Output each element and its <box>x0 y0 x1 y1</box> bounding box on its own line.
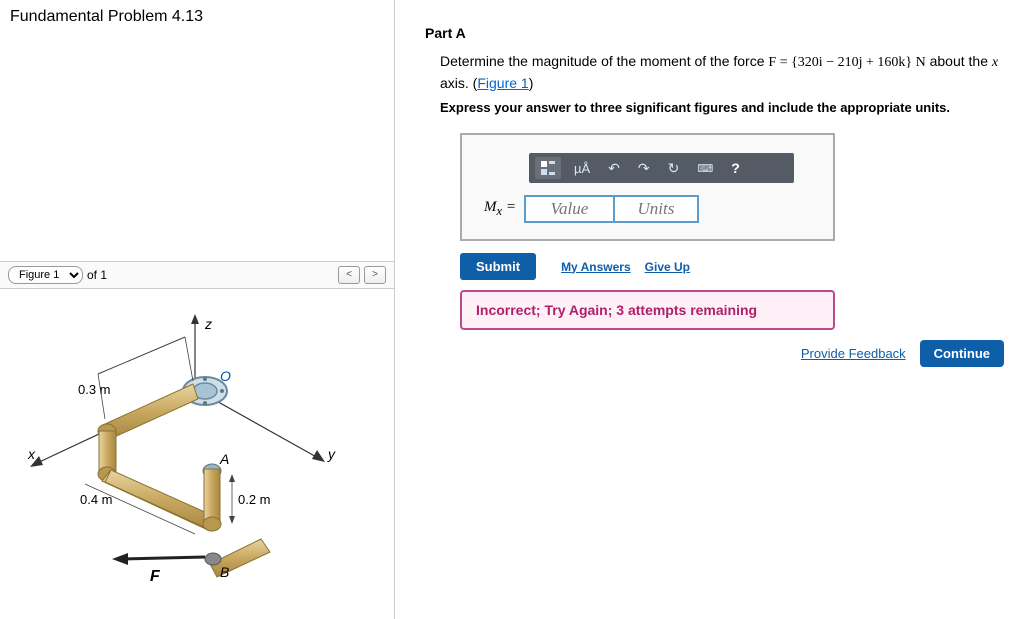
svg-text:F: F <box>150 568 161 585</box>
figure-prev-button[interactable]: < <box>338 266 360 284</box>
svg-text:0.2 m: 0.2 m <box>238 492 271 507</box>
reset-icon[interactable]: ↻ <box>663 160 685 177</box>
svg-text:0.3 m: 0.3 m <box>78 382 111 397</box>
part-a-title: Part A <box>425 25 1004 41</box>
svg-text:A: A <box>219 451 229 467</box>
problem-title: Fundamental Problem 4.13 <box>0 0 394 34</box>
help-icon[interactable]: ? <box>726 160 745 176</box>
figure-of-label: of 1 <box>87 268 107 282</box>
my-answers-link[interactable]: My Answers <box>561 260 631 274</box>
continue-button[interactable]: Continue <box>920 340 1004 367</box>
figure-next-button[interactable]: > <box>364 266 386 284</box>
units-input[interactable] <box>614 195 699 223</box>
submit-button[interactable]: Submit <box>460 253 536 280</box>
svg-text:0.4 m: 0.4 m <box>80 492 113 507</box>
sigfig-instruction: Express your answer to three significant… <box>440 100 1004 115</box>
answer-toolbar: µÅ ↶ ↷ ↻ ⌨ ? <box>529 153 794 183</box>
part-a-instruction: Determine the magnitude of the moment of… <box>440 51 1004 94</box>
templates-icon[interactable] <box>535 157 561 179</box>
figure-image: z y x O <box>0 289 394 619</box>
svg-text:x: x <box>27 446 36 462</box>
keyboard-icon[interactable]: ⌨ <box>692 162 718 175</box>
answer-box: µÅ ↶ ↷ ↻ ⌨ ? Mx = <box>460 133 835 241</box>
undo-icon[interactable]: ↶ <box>603 160 625 177</box>
give-up-link[interactable]: Give Up <box>645 260 690 274</box>
symbols-button[interactable]: µÅ <box>569 161 595 176</box>
svg-text:y: y <box>327 446 336 462</box>
value-input[interactable] <box>524 195 614 223</box>
feedback-message: Incorrect; Try Again; 3 attempts remaini… <box>460 290 835 330</box>
figure-select[interactable]: Figure 1 <box>8 266 83 284</box>
redo-icon[interactable]: ↷ <box>633 160 655 177</box>
svg-text:z: z <box>204 316 212 332</box>
answer-label: Mx = <box>484 199 516 219</box>
svg-text:O: O <box>220 368 231 384</box>
provide-feedback-link[interactable]: Provide Feedback <box>801 346 906 361</box>
figure-header: Figure 1 of 1 < > <box>0 262 394 289</box>
figure-link[interactable]: Figure 1 <box>477 75 528 91</box>
svg-text:B: B <box>220 564 229 580</box>
